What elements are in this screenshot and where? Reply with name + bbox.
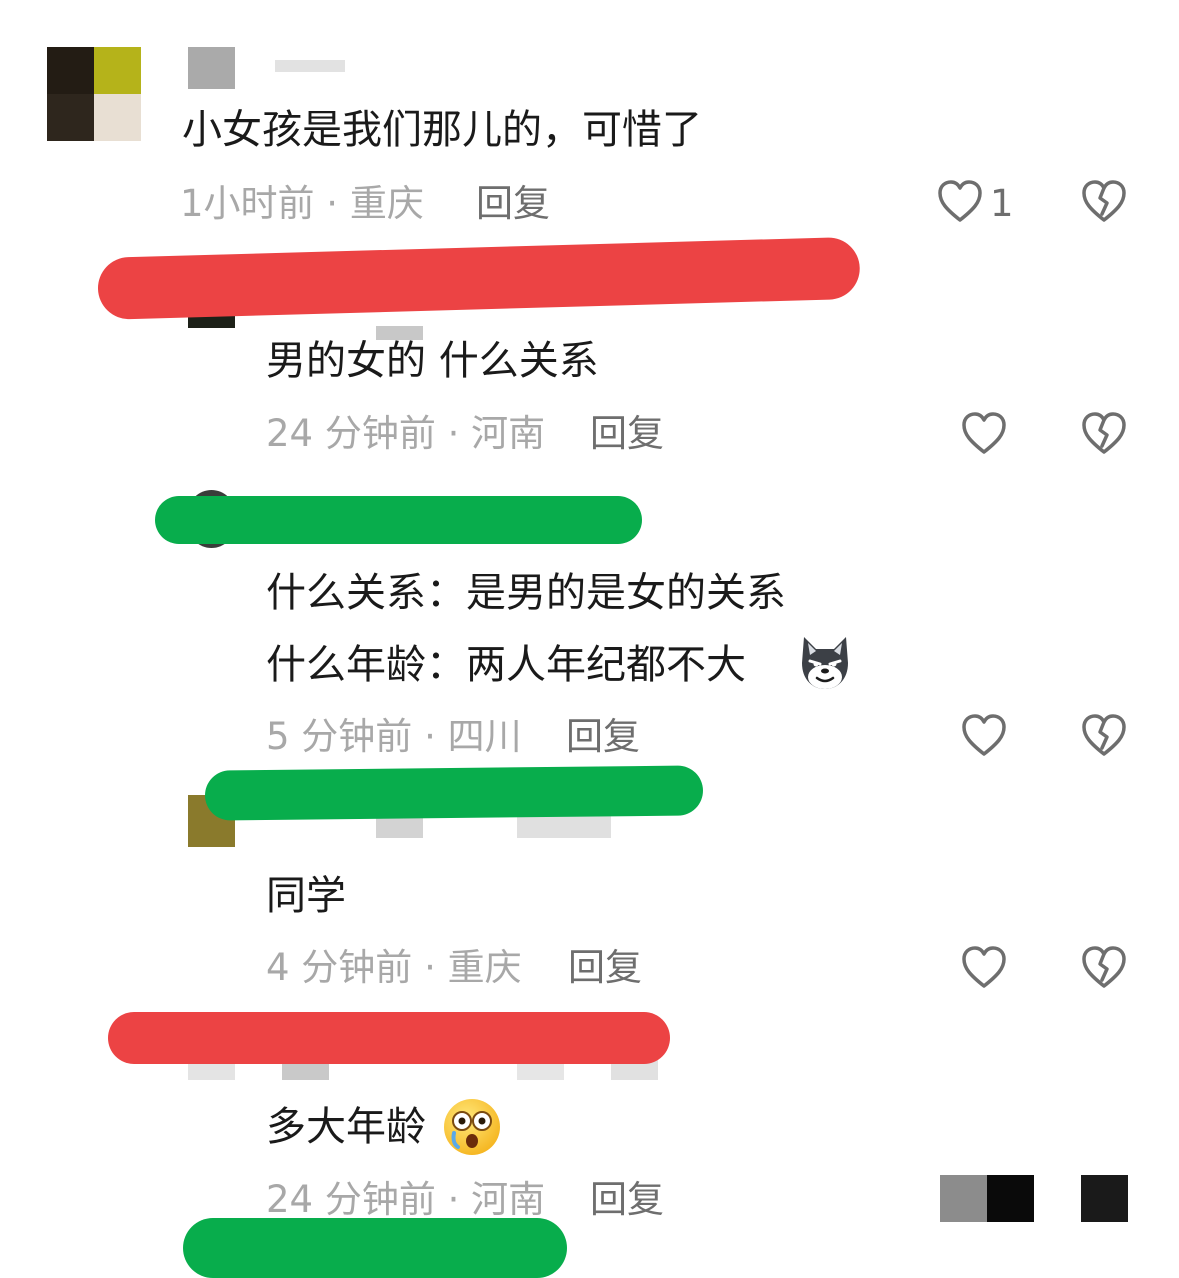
heart-outline-icon[interactable]: [960, 712, 1008, 758]
reply-button[interactable]: 回复: [566, 718, 640, 755]
heart-outline-icon[interactable]: [960, 410, 1008, 456]
broken-heart-icon[interactable]: [1080, 944, 1128, 990]
reply-button[interactable]: 回复: [476, 185, 550, 222]
username-redacted: [275, 60, 345, 72]
comment-meta: 1小时前 · 重庆: [180, 182, 424, 225]
comment-meta: 24 分钟前 · 河南: [266, 1178, 546, 1221]
redaction-bar: [97, 236, 861, 320]
username-redacted: [517, 816, 611, 838]
comment-text: 男的女的 什么关系: [266, 338, 599, 384]
comment-text-line-1: 什么关系：是男的是女的关系: [266, 570, 786, 616]
reply-button[interactable]: 回复: [590, 415, 664, 452]
heart-outline-icon[interactable]: [960, 944, 1008, 990]
comment-text: 同学: [266, 873, 346, 919]
comment-meta: 5 分钟前 · 四川: [266, 715, 522, 758]
comment-meta: 4 分钟前 · 重庆: [266, 946, 522, 989]
redaction-bar: [183, 1218, 567, 1278]
redaction-bar: [108, 1012, 670, 1064]
reply-button[interactable]: 回复: [568, 949, 642, 986]
comment-meta: 24 分钟前 · 河南: [266, 412, 546, 455]
like-count: 1: [990, 182, 1014, 225]
redaction-bar: [155, 496, 642, 544]
wolf-emoji: [796, 633, 854, 695]
comment-text-line-2: 什么年龄：两人年纪都不大: [266, 642, 746, 688]
username-redacted: [188, 47, 235, 89]
heart-outline-icon[interactable]: [940, 1175, 1034, 1222]
reply-button[interactable]: 回复: [590, 1181, 664, 1218]
avatar[interactable]: [47, 47, 141, 141]
broken-heart-icon[interactable]: [1080, 712, 1128, 758]
heart-outline-icon[interactable]: [936, 178, 984, 224]
comment-text: 多大年龄: [266, 1104, 426, 1150]
redaction-bar: [204, 765, 704, 821]
shocked-face-emoji: [442, 1097, 502, 1161]
broken-heart-icon[interactable]: [1081, 1175, 1128, 1222]
username-redacted: [376, 816, 423, 838]
broken-heart-icon[interactable]: [1080, 178, 1128, 224]
comment-text: 小女孩是我们那儿的，可惜了: [182, 107, 702, 153]
broken-heart-icon[interactable]: [1080, 410, 1128, 456]
